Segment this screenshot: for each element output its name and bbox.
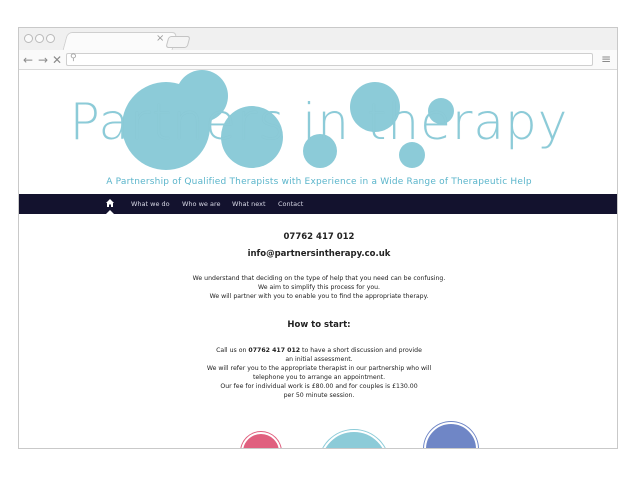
how-to-line: Our fee for individual work is £80.00 an… <box>220 383 418 390</box>
inline-phone-number[interactable]: 07762 417 012 <box>248 347 300 354</box>
feature-circle-pink[interactable] <box>241 432 281 448</box>
feature-circle-teal[interactable] <box>319 430 389 448</box>
maximize-window-button[interactable] <box>46 34 55 43</box>
search-icon: ⚲ <box>70 53 77 63</box>
active-nav-indicator <box>106 210 114 214</box>
intro-line: We will partner with you to enable you t… <box>209 293 429 300</box>
feature-circle-blue[interactable] <box>424 422 478 448</box>
address-bar[interactable]: ⚲ <box>66 53 593 66</box>
how-to-line: We will refer you to the appropriate the… <box>206 365 432 372</box>
how-to-line: an initial assessment. <box>285 356 353 363</box>
email-address[interactable]: info@partnersintherapy.co.uk <box>19 249 617 259</box>
logo-word: Partners <box>69 93 303 151</box>
main-navigation: What we do Who we are What next Contact <box>19 194 617 214</box>
home-icon[interactable] <box>106 199 114 207</box>
menu-icon[interactable]: ≡ <box>601 52 611 66</box>
browser-window: × ← → ✕ ⚲ ≡ Partners in therapy A Partne… <box>18 27 618 449</box>
intro-line: We aim to simplify this process for you. <box>257 284 381 291</box>
tab-close-icon[interactable]: × <box>156 33 164 45</box>
nav-what-next[interactable]: What next <box>232 199 266 209</box>
forward-arrow-icon[interactable]: → <box>38 53 48 67</box>
how-to-line: per 50 minute session. <box>283 392 355 399</box>
how-to-line: telephone you to arrange an appointment. <box>252 374 386 381</box>
phone-number[interactable]: 07762 417 012 <box>19 232 617 242</box>
intro-line: We understand that deciding on the type … <box>192 275 446 282</box>
tagline: A Partnership of Qualified Therapists wi… <box>106 177 532 187</box>
back-arrow-icon[interactable]: ← <box>23 53 33 67</box>
new-tab-button[interactable] <box>165 36 191 48</box>
stop-icon[interactable]: ✕ <box>52 53 62 67</box>
nav-contact[interactable]: Contact <box>278 199 303 209</box>
web-page: Partners in therapy A Partnership of Qua… <box>19 70 617 448</box>
nav-who-we-are[interactable]: Who we are <box>182 199 220 209</box>
minimize-window-button[interactable] <box>35 34 44 43</box>
title-bar: × <box>19 28 617 50</box>
logo-word: in <box>302 93 367 151</box>
logo-word: therapy <box>366 93 569 151</box>
how-to-line: Call us on 07762 417 012 to have a short… <box>19 346 617 355</box>
site-logo[interactable]: Partners in therapy <box>19 93 617 151</box>
close-window-button[interactable] <box>24 34 33 43</box>
how-to-line-text: Call us on 07762 417 012 to have a short… <box>216 347 422 354</box>
browser-toolbar: ← → ✕ ⚲ ≡ <box>19 50 617 70</box>
how-to-start-heading: How to start: <box>287 320 351 330</box>
nav-what-we-do[interactable]: What we do <box>131 199 170 209</box>
